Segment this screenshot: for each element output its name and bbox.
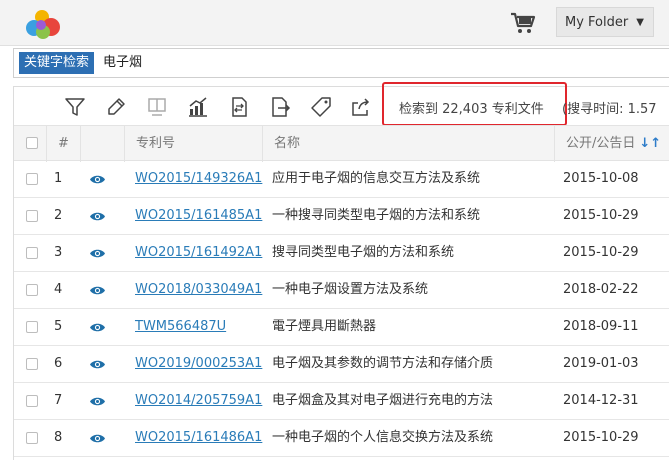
patent-number-link[interactable]: WO2015/161486A1 xyxy=(135,420,262,457)
publication-date: 2015-10-29 xyxy=(563,208,639,223)
eye-icon[interactable] xyxy=(89,285,106,296)
top-bar: My Folder ▼ xyxy=(0,0,669,46)
col-header-title[interactable]: 名称 xyxy=(262,126,554,162)
table-row[interactable]: 3 WO2015/161492A1 搜寻同类型电子烟的方法和系统 2015-10-29 xyxy=(14,235,669,272)
row-index: 7 xyxy=(54,393,63,408)
table-row[interactable]: 5 TWM566487U 電子煙具用斷熱器 2018-09-11 xyxy=(14,309,669,346)
col-header-patent-no[interactable]: 专利号 xyxy=(124,126,262,162)
publication-date: 2015-10-29 xyxy=(563,430,639,445)
search-bar: 关键字检索 电子烟 xyxy=(13,48,669,78)
row-index: 6 xyxy=(54,356,63,371)
row-index: 1 xyxy=(54,171,63,186)
search-query[interactable]: 电子烟 xyxy=(103,53,142,73)
reader-view-icon[interactable] xyxy=(146,96,168,118)
result-count-text: 检索到 22,403 专利文件 xyxy=(399,102,544,117)
row-index: 4 xyxy=(54,282,63,297)
row-checkbox[interactable] xyxy=(26,358,38,370)
patent-title[interactable]: 搜寻同类型电子烟的方法和系统 xyxy=(272,235,454,272)
patent-number-link[interactable]: TWM566487U xyxy=(135,309,226,346)
row-checkbox[interactable] xyxy=(26,432,38,444)
select-all-checkbox[interactable] xyxy=(26,137,38,149)
table-header: # 专利号 名称 公开/公告日 ↓↑ xyxy=(14,125,669,162)
date-header-label: 公开/公告日 xyxy=(566,136,636,151)
select-all-column xyxy=(14,126,46,162)
row-checkbox[interactable] xyxy=(26,321,38,333)
col-header-index: # xyxy=(46,126,80,162)
eye-icon[interactable] xyxy=(89,322,106,333)
eye-icon[interactable] xyxy=(89,433,106,444)
patent-title[interactable]: 电子烟盒及其对电子烟进行充电的方法 xyxy=(272,383,493,420)
publication-date: 2019-01-03 xyxy=(563,356,639,371)
table-row[interactable]: 6 WO2019/000253A1 电子烟及其参数的调节方法和存储介质 2019-01… xyxy=(14,346,669,383)
results-toolbar: 检索到 22,403 专利文件 (搜寻时间: 1.57 xyxy=(14,82,669,126)
share-icon[interactable] xyxy=(350,96,372,118)
patent-number-link[interactable]: WO2018/033049A1 xyxy=(135,272,262,309)
col-header-preview xyxy=(80,126,124,162)
row-checkbox[interactable] xyxy=(26,247,38,259)
row-index: 5 xyxy=(54,319,63,334)
highlight-pen-icon[interactable] xyxy=(105,96,127,118)
publication-date: 2015-10-08 xyxy=(563,171,639,186)
eye-icon[interactable] xyxy=(89,174,106,185)
col-header-date[interactable]: 公开/公告日 ↓↑ xyxy=(554,126,669,162)
publication-date: 2015-10-29 xyxy=(563,245,639,260)
folder-label: My Folder xyxy=(565,14,629,30)
search-time-text: (搜寻时间: 1.57 xyxy=(562,102,657,117)
patent-number-link[interactable]: WO2015/149326A1 xyxy=(135,161,262,198)
export-icon[interactable] xyxy=(269,96,291,118)
sort-icon[interactable]: ↓↑ xyxy=(639,136,661,151)
compare-icon[interactable] xyxy=(228,96,250,118)
row-index: 3 xyxy=(54,245,63,260)
table-row[interactable]: 2 WO2015/161485A1 一种搜寻同类型电子烟的方法和系统 2015-10-… xyxy=(14,198,669,235)
eye-icon[interactable] xyxy=(89,396,106,407)
patent-number-link[interactable]: WO2019/000253A1 xyxy=(135,346,262,383)
table-row[interactable]: 1 WO2015/149326A1 应用于电子烟的信息交互方法及系统 2015-10-… xyxy=(14,161,669,198)
my-folder-dropdown[interactable]: My Folder ▼ xyxy=(556,7,654,37)
patent-title[interactable]: 一种电子烟设置方法及系统 xyxy=(272,272,428,309)
eye-icon[interactable] xyxy=(89,359,106,370)
row-checkbox[interactable] xyxy=(26,210,38,222)
table-row[interactable]: 8 WO2015/161486A1 一种电子烟的个人信息交换方法及系统 2015-10… xyxy=(14,420,669,457)
row-index: 8 xyxy=(54,430,63,445)
eye-icon[interactable] xyxy=(89,211,106,222)
patent-number-link[interactable]: WO2015/161485A1 xyxy=(135,198,262,235)
table-row[interactable]: 7 WO2014/205759A1 电子烟盒及其对电子烟进行充电的方法 2014-12… xyxy=(14,383,669,420)
publication-date: 2014-12-31 xyxy=(563,393,639,408)
analytics-chart-icon[interactable] xyxy=(187,96,209,118)
row-index: 2 xyxy=(54,208,63,223)
tag-icon[interactable] xyxy=(310,96,332,118)
eye-icon[interactable] xyxy=(89,248,106,259)
keyword-search-tag[interactable]: 关键字检索 xyxy=(19,52,95,74)
shopping-cart-icon[interactable] xyxy=(510,11,536,35)
patent-title[interactable]: 电子烟及其参数的调节方法和存储介质 xyxy=(272,346,493,383)
patent-title[interactable]: 電子煙具用斷熱器 xyxy=(272,309,376,346)
patent-number-link[interactable]: WO2014/205759A1 xyxy=(135,383,262,420)
caret-down-icon: ▼ xyxy=(636,16,644,28)
table-row[interactable]: 4 WO2018/033049A1 一种电子烟设置方法及系统 2018-02-22 xyxy=(14,272,669,309)
patent-title[interactable]: 应用于电子烟的信息交互方法及系统 xyxy=(272,161,480,198)
row-checkbox[interactable] xyxy=(26,395,38,407)
publication-date: 2018-02-22 xyxy=(563,282,639,297)
filter-icon[interactable] xyxy=(64,96,86,118)
row-checkbox[interactable] xyxy=(26,284,38,296)
patent-number-link[interactable]: WO2015/161492A1 xyxy=(135,235,262,272)
patent-title[interactable]: 一种搜寻同类型电子烟的方法和系统 xyxy=(272,198,480,235)
patent-title[interactable]: 一种电子烟的个人信息交换方法及系统 xyxy=(272,420,493,457)
publication-date: 2018-09-11 xyxy=(563,319,639,334)
row-checkbox[interactable] xyxy=(26,173,38,185)
results-panel: 检索到 22,403 专利文件 (搜寻时间: 1.57 # 专利号 名称 公开/… xyxy=(13,82,669,460)
app-logo-icon[interactable] xyxy=(24,8,64,40)
